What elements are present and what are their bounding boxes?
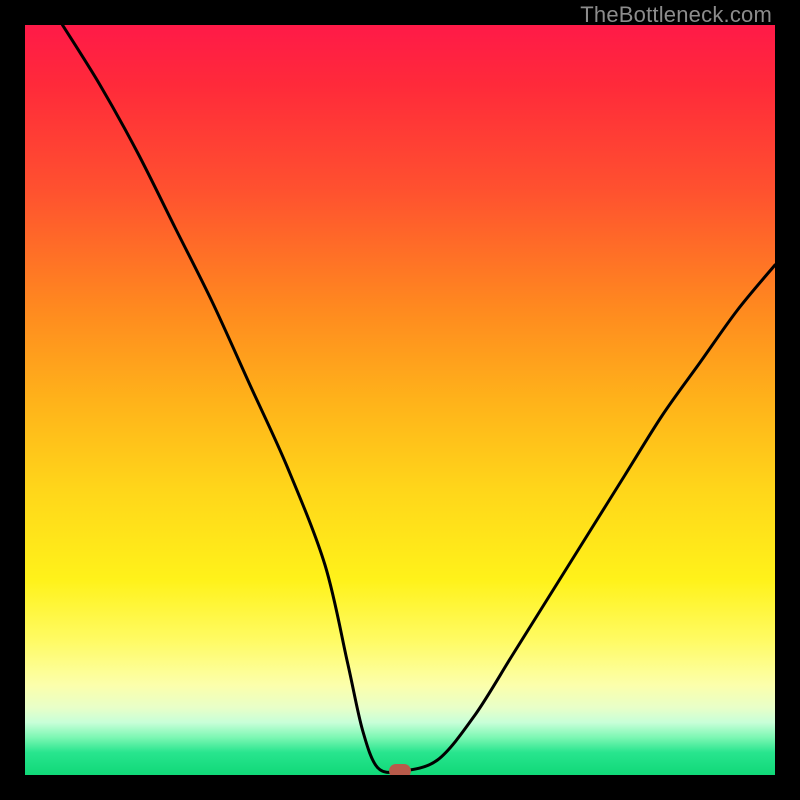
bottleneck-curve [63,25,776,772]
curve-layer [25,25,775,775]
optimum-marker [389,764,411,775]
plot-area [25,25,775,775]
chart-frame: TheBottleneck.com [0,0,800,800]
watermark-text: TheBottleneck.com [580,2,772,28]
